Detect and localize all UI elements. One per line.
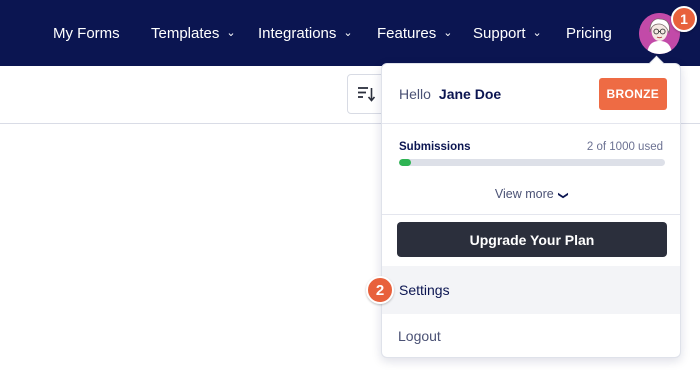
submissions-progress-fill <box>399 159 411 166</box>
nav-my-forms[interactable]: My Forms <box>53 0 120 66</box>
chevron-down-icon: ❯ <box>557 191 569 200</box>
step-marker-2: 2 <box>366 276 394 304</box>
nav-label: Support <box>473 24 526 42</box>
chevron-down-icon: ⌄ <box>443 26 453 39</box>
top-navigation: My Forms Templates ⌄ Integrations ⌄ Feat… <box>0 0 700 66</box>
greeting-row: Hello Jane Doe BRONZE <box>399 78 667 110</box>
nav-label: Pricing <box>566 24 612 42</box>
chevron-down-icon: ⌄ <box>343 26 353 39</box>
view-more-button[interactable]: View more ❯ <box>382 187 680 201</box>
submissions-usage: 2 of 1000 used <box>586 141 663 153</box>
nav-label: Features <box>377 24 437 42</box>
submissions-progress-bar <box>399 159 665 166</box>
page: My Forms Templates ⌄ Integrations ⌄ Feat… <box>0 0 700 386</box>
nav-label: Integrations <box>258 24 337 42</box>
nav-integrations[interactable]: Integrations ⌄ <box>258 0 353 66</box>
divider <box>382 123 680 124</box>
chevron-down-icon: ⌄ <box>226 26 236 39</box>
nav-label: Templates <box>151 24 220 42</box>
nav-label: My Forms <box>53 24 120 42</box>
divider <box>382 214 680 215</box>
account-dropdown: Hello Jane Doe BRONZE Submissions 2 of 1… <box>381 63 681 358</box>
menu-item-logout[interactable]: Logout <box>382 314 680 358</box>
sort-button[interactable] <box>347 74 385 114</box>
sort-descending-icon <box>358 87 376 102</box>
menu-item-settings[interactable]: Settings <box>382 266 680 314</box>
step-marker-1: 1 <box>671 6 697 32</box>
nav-support[interactable]: Support ⌄ <box>473 0 542 66</box>
nav-features[interactable]: Features ⌄ <box>377 0 452 66</box>
upgrade-plan-button[interactable]: Upgrade Your Plan <box>397 222 667 257</box>
chevron-down-icon: ⌄ <box>532 26 542 39</box>
submissions-title: Submissions <box>399 141 471 153</box>
nav-pricing[interactable]: Pricing <box>566 0 612 66</box>
logout-label: Logout <box>398 328 441 344</box>
nav-templates[interactable]: Templates ⌄ <box>151 0 236 66</box>
plan-badge[interactable]: BRONZE <box>598 78 667 110</box>
view-more-label: View more <box>494 187 554 201</box>
user-name: Jane Doe <box>438 86 502 102</box>
hello-label: Hello <box>399 86 431 102</box>
settings-label: Settings <box>399 282 450 298</box>
